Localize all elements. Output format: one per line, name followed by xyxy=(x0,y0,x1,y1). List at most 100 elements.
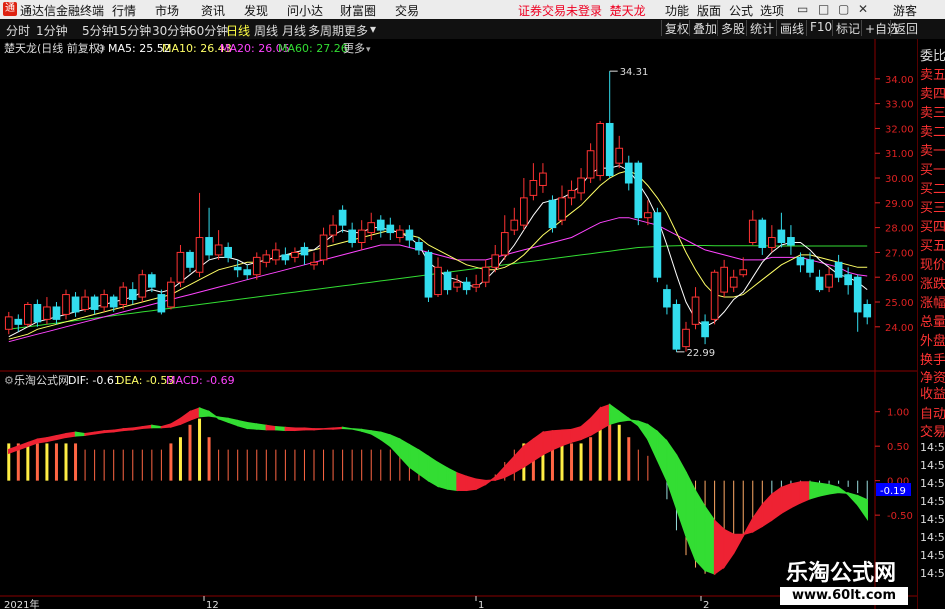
more-indicators-chevron-icon[interactable]: ▾ xyxy=(366,45,371,55)
sidebar-price[interactable]: 现价 xyxy=(920,254,945,273)
back-button[interactable]: 返回 xyxy=(890,20,918,36)
sidebar-trade[interactable]: 交易 xyxy=(920,421,945,440)
menu-xuanxiang[interactable]: 选项 xyxy=(760,2,784,19)
sidebar-buy1[interactable]: 买一 xyxy=(920,159,945,178)
tab-multi-period[interactable]: 多周期 xyxy=(308,22,344,39)
candle-down xyxy=(758,219,767,248)
tick-time: 14:56 xyxy=(920,495,945,508)
macd-y-tick-label: 0.50 xyxy=(887,442,909,453)
menu-banmian[interactable]: 版面 xyxy=(697,2,721,19)
macd-ribbon-segment xyxy=(799,481,811,504)
tick-time: 14:56 xyxy=(920,531,945,544)
candle-down xyxy=(853,276,862,313)
sidebar-sell4[interactable]: 卖四 xyxy=(920,83,945,102)
settings-gear-icon[interactable]: ⚙ xyxy=(96,42,106,55)
mark-button[interactable]: 标记 xyxy=(832,20,860,36)
candle-down xyxy=(415,241,423,251)
candle-down xyxy=(777,229,786,243)
candle-up xyxy=(739,269,748,276)
candle-down xyxy=(653,212,662,278)
menu-faxian[interactable]: 发现 xyxy=(244,2,268,19)
candle-up xyxy=(720,266,728,293)
more-chevron-icon[interactable]: ▾ xyxy=(370,22,376,36)
candle-up xyxy=(100,294,108,308)
close-icon[interactable]: ✕ xyxy=(858,2,868,16)
tab-5min[interactable]: 5分钟 xyxy=(82,22,114,39)
y-tick-label: 25.00 xyxy=(885,298,914,309)
sidebar-volume[interactable]: 总量 xyxy=(920,311,945,330)
macd-ribbon-segment xyxy=(65,431,77,439)
menu-jiaoyi[interactable]: 交易 xyxy=(395,2,419,19)
candle-down xyxy=(624,162,633,184)
tick-time: 14:56 xyxy=(920,513,945,526)
menu-caifuquan[interactable]: 财富圈 xyxy=(340,2,376,19)
macd-ribbon-segment xyxy=(103,429,115,434)
macd-ribbon-segment xyxy=(427,455,439,488)
candle-up xyxy=(748,219,757,243)
dif-label: DIF: -0.61 xyxy=(68,374,121,387)
sidebar-buy2[interactable]: 买二 xyxy=(920,178,945,197)
menu-zixun[interactable]: 资讯 xyxy=(201,2,225,19)
candle-up xyxy=(176,251,185,283)
login-user[interactable]: 游客 xyxy=(893,2,917,19)
restore-icon[interactable]: □ xyxy=(818,2,829,16)
menu-wenxiaoda[interactable]: 问小达 xyxy=(287,2,323,19)
sidebar-weibi[interactable]: 委比 xyxy=(920,45,945,64)
sidebar-change-pct[interactable]: 涨幅 xyxy=(920,292,945,311)
sidebar-buy4[interactable]: 买四 xyxy=(920,216,945,235)
time-label-1: 1 xyxy=(478,600,484,609)
macd-ribbon-segment xyxy=(465,475,477,492)
tab-weekly[interactable]: 周线 xyxy=(254,22,278,39)
macd-ribbon-segment xyxy=(265,424,277,431)
sidebar-sell1[interactable]: 卖一 xyxy=(920,140,945,159)
tab-daily[interactable]: 日线 xyxy=(226,22,250,39)
sidebar-change[interactable]: 涨跌 xyxy=(920,273,945,292)
sidebar-auto[interactable]: 自动 xyxy=(920,403,945,422)
tab-15min[interactable]: 15分钟 xyxy=(112,22,151,39)
multi-stock-button[interactable]: 多股 xyxy=(717,20,745,36)
sidebar-buy3[interactable]: 买三 xyxy=(920,197,945,216)
candle-up xyxy=(510,219,519,231)
macd-ribbon-segment xyxy=(456,472,468,492)
candle-down xyxy=(443,271,452,291)
tab-fenshi[interactable]: 分时 xyxy=(6,22,30,39)
tab-1min[interactable]: 1分钟 xyxy=(36,22,68,39)
candle-up xyxy=(119,286,128,305)
tab-60min[interactable]: 60分钟 xyxy=(189,22,228,39)
more-indicators-label[interactable]: 更多 xyxy=(343,41,365,55)
stats-button[interactable]: 统计 xyxy=(746,20,774,36)
candle-up xyxy=(195,237,204,273)
candle-down xyxy=(424,251,433,298)
macd-ribbon-segment xyxy=(256,423,268,431)
tab-more[interactable]: 更多 xyxy=(344,22,368,39)
menu-gongshi[interactable]: 公式 xyxy=(729,2,753,19)
minimize-icon[interactable]: ▭ xyxy=(797,2,808,16)
draw-line-button[interactable]: 画线 xyxy=(776,20,804,36)
y-tick-label: 27.00 xyxy=(885,248,914,259)
menu-hangqing[interactable]: 行情 xyxy=(112,2,136,19)
maximize-icon[interactable]: ▢ xyxy=(838,2,849,16)
sidebar-earnings[interactable]: 收益 xyxy=(920,383,945,402)
candle-up xyxy=(825,274,833,288)
tab-monthly[interactable]: 月线 xyxy=(282,22,306,39)
macd-ribbon-segment xyxy=(284,426,296,432)
sidebar-outer[interactable]: 外盘 xyxy=(920,330,945,349)
fuquan-button[interactable]: 复权 xyxy=(661,20,689,36)
candle-down xyxy=(243,269,252,276)
overlay-button[interactable]: 叠加 xyxy=(689,20,717,36)
sidebar-sell2[interactable]: 卖二 xyxy=(920,121,945,140)
menu-shichang[interactable]: 市场 xyxy=(155,2,179,19)
sidebar-sell5[interactable]: 卖五 xyxy=(920,64,945,83)
sidebar-buy5[interactable]: 买五 xyxy=(920,235,945,254)
f10-button[interactable]: F10 xyxy=(806,20,832,36)
sidebar-sell3[interactable]: 卖三 xyxy=(920,102,945,121)
candle-down xyxy=(806,259,814,273)
macd-ribbon-segment xyxy=(36,437,48,444)
candle-up xyxy=(252,256,261,276)
kline-chart[interactable]: 楚天龙(日线 前复权) ⚙ MA5: 25.52 MA10: 26.43 MA2… xyxy=(0,39,917,609)
macd-ribbon-segment xyxy=(561,428,573,447)
menu-gongneng[interactable]: 功能 xyxy=(665,2,689,19)
macd-settings-icon[interactable]: ⚙ xyxy=(4,374,14,387)
sidebar-turnover[interactable]: 换手 xyxy=(920,349,945,368)
tab-30min[interactable]: 30分钟 xyxy=(152,22,191,39)
